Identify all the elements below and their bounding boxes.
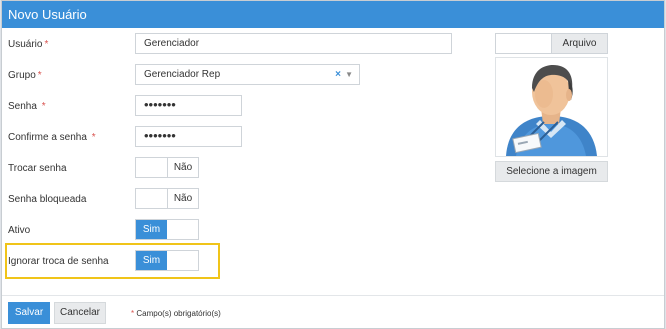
select-image-button[interactable]: Selecione a imagem xyxy=(495,161,608,182)
avatar-preview xyxy=(495,57,608,157)
active-toggle[interactable]: Sim xyxy=(135,219,199,240)
required-mark: * xyxy=(91,132,96,143)
toggle-state: Não xyxy=(167,189,198,208)
required-mark: * xyxy=(41,101,46,112)
group-label: Grupo * xyxy=(8,70,42,81)
confirm-password-label: Confirme a senha * xyxy=(8,132,96,143)
user-avatar-icon xyxy=(506,65,597,156)
required-mark: * xyxy=(44,39,49,50)
save-button[interactable]: Salvar xyxy=(8,302,50,324)
group-select[interactable]: Gerenciador Rep × ▼ xyxy=(135,64,360,85)
toggle-state: Sim xyxy=(136,251,167,270)
ignore-password-change-toggle[interactable]: Sim xyxy=(135,250,199,271)
dialog-footer: Salvar Cancelar * Campo(s) obrigatório(s… xyxy=(2,295,664,328)
required-note-text: Campo(s) obrigatório(s) xyxy=(136,309,221,318)
file-picker[interactable]: Arquivo xyxy=(495,33,608,54)
change-password-toggle[interactable]: Não xyxy=(135,157,199,178)
ignore-password-change-label: Ignorar troca de senha xyxy=(8,256,109,267)
cancel-button[interactable]: Cancelar xyxy=(54,302,106,324)
password-locked-label: Senha bloqueada xyxy=(8,194,87,205)
change-password-label: Trocar senha xyxy=(8,163,67,174)
active-label: Ativo xyxy=(8,225,31,236)
confirm-password-input[interactable]: ••••••• xyxy=(135,126,242,147)
dialog-title: Novo Usuário xyxy=(2,1,664,28)
clear-icon[interactable]: × xyxy=(335,65,341,84)
password-label: Senha * xyxy=(8,101,46,112)
file-button[interactable]: Arquivo xyxy=(551,34,607,53)
toggle-state: Sim xyxy=(136,220,167,239)
username-input[interactable]: Gerenciador xyxy=(135,33,452,54)
new-user-dialog: Novo Usuário Usuário * Gerenciador Grupo *… xyxy=(1,0,665,329)
required-note: * Campo(s) obrigatório(s) xyxy=(129,309,221,318)
file-name-field[interactable] xyxy=(496,34,551,53)
required-mark: * xyxy=(131,309,135,318)
toggle-state: Não xyxy=(167,158,198,177)
password-locked-toggle[interactable]: Não xyxy=(135,188,199,209)
group-select-value: Gerenciador Rep xyxy=(144,69,221,80)
required-mark: * xyxy=(37,70,42,81)
password-input[interactable]: ••••••• xyxy=(135,95,242,116)
username-label: Usuário * xyxy=(8,39,49,50)
chevron-down-icon[interactable]: ▼ xyxy=(345,65,353,84)
